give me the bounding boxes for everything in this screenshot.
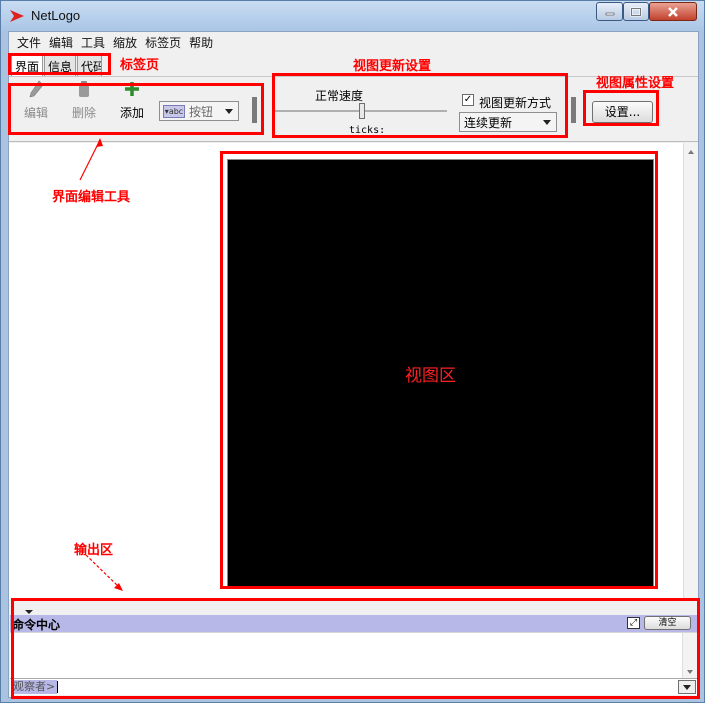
pane-divider[interactable] <box>9 600 698 610</box>
scroll-down-icon[interactable] <box>687 670 693 674</box>
vertical-scrollbar[interactable] <box>683 143 698 599</box>
title-bar[interactable]: NetLogo <box>1 1 704 31</box>
ticks-label: ticks: <box>349 125 386 136</box>
toolbar-separator <box>252 97 257 123</box>
annotation-view-properties-label: 视图属性设置 <box>596 76 675 91</box>
menu-tools[interactable]: 工具 <box>77 34 109 51</box>
history-dropdown-button[interactable] <box>678 680 696 694</box>
annotation-tabs-label: 标签页 <box>120 58 160 73</box>
menu-file[interactable]: 文件 <box>13 34 45 51</box>
chevron-down-icon <box>683 684 691 690</box>
update-mode-select[interactable]: 连续更新 <box>459 112 557 132</box>
view-update-label: 视图更新方式 <box>479 96 552 110</box>
interface-toolbar: 编辑 删除 添加 ▾abc 按钮 正常速度 ticks: ✓ 视图更新方式 连续… <box>9 76 698 142</box>
speed-slider-thumb[interactable] <box>359 103 365 119</box>
interface-work-area[interactable] <box>9 143 698 599</box>
annotation-edit-tools-label: 界面编辑工具 <box>52 190 131 205</box>
delete-label: 删除 <box>71 106 96 120</box>
widget-type-select[interactable]: ▾abc 按钮 <box>159 101 239 121</box>
speed-label: 正常速度 <box>315 89 364 103</box>
tab-interface[interactable]: 界面 <box>11 55 44 76</box>
edit-label: 编辑 <box>23 106 48 120</box>
view-update-checkbox[interactable]: ✓ <box>462 94 474 106</box>
expand-icon[interactable]: ⤢ <box>627 617 640 629</box>
annotation-output-area-label: 输出区 <box>74 543 114 558</box>
menu-edit[interactable]: 编辑 <box>45 34 77 51</box>
menu-tabs[interactable]: 标签页 <box>141 34 185 51</box>
close-icon <box>668 6 678 17</box>
close-button[interactable] <box>649 2 697 21</box>
app-window: NetLogo 文件 编辑 工具 缩放 标签页 帮助 界面 信息 代码 <box>0 0 705 703</box>
maximize-button[interactable] <box>623 2 649 21</box>
add-button[interactable]: 添加 <box>116 80 148 121</box>
text-caret <box>57 681 58 693</box>
widget-type-value: 按钮 <box>189 104 214 119</box>
annotation-view-area-label: 视图区 <box>405 366 456 386</box>
command-output-area <box>10 632 697 679</box>
trash-icon <box>79 81 89 97</box>
output-scrollbar[interactable] <box>682 633 697 679</box>
plus-icon <box>125 82 139 96</box>
window-title: NetLogo <box>31 8 81 23</box>
button-widget-icon: ▾abc <box>163 104 185 118</box>
menu-bar: 文件 编辑 工具 缩放 标签页 帮助 <box>9 32 698 52</box>
command-input-row: 观察者> <box>10 678 697 695</box>
tab-info[interactable]: 信息 <box>44 55 77 76</box>
observer-prompt[interactable]: 观察者> <box>11 680 58 694</box>
delete-button[interactable]: 删除 <box>69 80 99 121</box>
tab-code[interactable]: 代码 <box>77 55 103 76</box>
command-center-header: 命令中心 ⤢ 清空 <box>10 615 697 632</box>
main-client-area: 文件 编辑 工具 缩放 标签页 帮助 界面 信息 代码 编辑 <box>8 31 699 698</box>
tab-strip: 界面 信息 代码 <box>11 55 103 76</box>
update-mode-value: 连续更新 <box>464 115 513 130</box>
chevron-down-icon <box>543 119 551 125</box>
command-input[interactable] <box>57 680 677 694</box>
command-center-title: 命令中心 <box>12 618 61 632</box>
maximize-icon <box>630 7 642 16</box>
add-label: 添加 <box>119 106 144 120</box>
settings-button[interactable]: 设置... <box>592 101 653 123</box>
netlogo-logo-icon <box>10 10 24 22</box>
collapse-arrow-icon[interactable] <box>25 610 33 614</box>
menu-zoom[interactable]: 缩放 <box>109 34 141 51</box>
minimize-icon <box>605 12 614 15</box>
pencil-icon <box>29 80 44 98</box>
toolbar-separator <box>571 97 576 123</box>
annotation-view-update-label: 视图更新设置 <box>353 59 432 74</box>
chevron-down-icon <box>225 108 233 114</box>
edit-button[interactable]: 编辑 <box>21 80 51 121</box>
minimize-button[interactable] <box>596 2 623 21</box>
clear-button[interactable]: 清空 <box>644 616 691 630</box>
menu-help[interactable]: 帮助 <box>185 34 217 51</box>
scroll-up-icon[interactable] <box>688 150 694 154</box>
